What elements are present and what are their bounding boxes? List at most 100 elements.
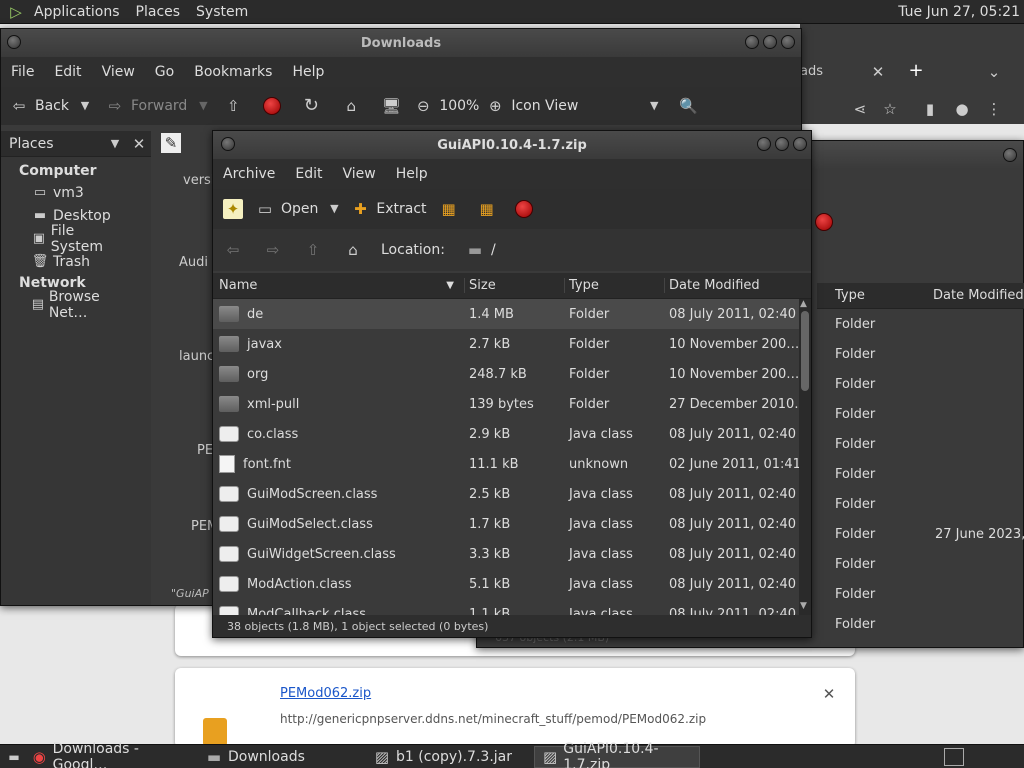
applications-menu[interactable]: Applications [26, 4, 128, 20]
stop-icon[interactable] [263, 97, 282, 115]
forward-arrow-icon[interactable]: ⇨ [263, 240, 283, 260]
task-browser[interactable]: ◉ Downloads - Googl… [24, 741, 194, 768]
task-jar[interactable]: ▨ b1 (copy).7.3.jar [366, 746, 530, 768]
new-tab-icon[interactable]: + [906, 61, 926, 81]
vertical-scrollbar[interactable]: ▲ ▼ [799, 299, 811, 615]
download-link[interactable]: PEMod062.zip [280, 686, 371, 701]
menu-help[interactable]: Help [386, 166, 438, 182]
file-label-partial[interactable]: launc [179, 349, 214, 364]
maximize-icon[interactable] [763, 35, 777, 49]
forward-arrow-icon[interactable]: ⇨ [105, 96, 125, 116]
search-icon[interactable]: 🔍 [678, 96, 698, 116]
show-desktop-icon[interactable]: ▬ [4, 747, 24, 767]
table-row[interactable]: org 248.7 kB Folder 10 November 200… [213, 359, 799, 389]
col-type[interactable]: Type [565, 278, 665, 293]
chevron-down-icon[interactable]: ▼ [193, 96, 213, 116]
back-button[interactable]: Back [35, 98, 69, 114]
table-row[interactable]: co.class 2.9 kB Java class 08 July 2011, 02… [213, 419, 799, 449]
places-menu[interactable]: Places [128, 4, 189, 20]
table-row[interactable]: de 1.4 MB Folder 08 July 2011, 02:40 [213, 299, 799, 329]
location-path[interactable]: / [491, 242, 496, 258]
open-button[interactable]: Open [281, 201, 318, 217]
menu-view[interactable]: View [333, 166, 386, 182]
table-row[interactable]: GuiModScreen.class 2.5 kB Java class 08 Jul… [213, 479, 799, 509]
up-arrow-icon[interactable]: ⇧ [303, 240, 323, 260]
back-arrow-icon[interactable]: ⇦ [9, 96, 29, 116]
maximize-icon[interactable] [775, 137, 789, 151]
system-menu[interactable]: System [188, 4, 256, 20]
table-row[interactable]: javax 2.7 kB Folder 10 November 200… [213, 329, 799, 359]
close-window-icon[interactable] [793, 137, 807, 151]
menu-archive[interactable]: Archive [213, 166, 285, 182]
table-row[interactable]: GuiWidgetScreen.class 3.3 kB Java class 08 … [213, 539, 799, 569]
zoom-in-icon[interactable]: ⊕ [485, 96, 505, 116]
col-date[interactable]: Date Modified [665, 278, 799, 293]
close-window-icon[interactable] [781, 35, 795, 49]
close-sidebar-icon[interactable]: ✕ [129, 134, 149, 154]
sidebar-item-trash[interactable]: 🗑 Trash [1, 250, 151, 273]
computer-icon[interactable]: 🖥 [381, 96, 401, 116]
share-icon[interactable]: ⋖ [850, 99, 870, 119]
terminal-icon[interactable]: ▷ [6, 2, 26, 22]
edit-location-icon[interactable]: ✎ [161, 133, 181, 153]
col-name[interactable]: Name ▼ [213, 278, 465, 293]
table-row[interactable]: GuiModSelect.class 1.7 kB Java class 08 Jul… [213, 509, 799, 539]
menu-file[interactable]: File [1, 64, 44, 80]
file-label-partial[interactable]: Audi [179, 255, 208, 270]
menu-edit[interactable]: Edit [285, 166, 332, 182]
table-row[interactable]: ModAction.class 5.1 kB Java class 08 July 2… [213, 569, 799, 599]
forward-button[interactable]: Forward [131, 98, 187, 114]
close-tab-icon[interactable]: ✕ [868, 62, 888, 82]
window-menu-icon[interactable] [221, 137, 235, 151]
reload-icon[interactable]: ↻ [301, 96, 321, 116]
sidebar-item-vm3[interactable]: ▭ vm3 [1, 181, 151, 204]
chevron-down-icon[interactable]: ▼ [75, 96, 95, 116]
menu-view[interactable]: View [92, 64, 145, 80]
tab-partial[interactable]: versi [183, 173, 214, 188]
up-arrow-icon[interactable]: ⇧ [223, 96, 243, 116]
minimize-icon[interactable] [757, 137, 771, 151]
zoom-out-icon[interactable]: ⊖ [413, 96, 433, 116]
chevron-down-icon[interactable]: ▼ [324, 199, 344, 219]
sidepanel-icon[interactable]: ▮ [920, 99, 940, 119]
minimize-icon[interactable] [745, 35, 759, 49]
scrollbar-thumb[interactable] [801, 311, 809, 391]
sidebar-item-filesystem[interactable]: ▣ File System [1, 223, 151, 255]
add-files-icon[interactable]: ▦ [439, 199, 459, 219]
table-row[interactable]: ModCallback.class 1.1 kB Java class 08 July… [213, 599, 799, 615]
task-zip[interactable]: ▨ GuiAPI0.10.4-1.7.zip [534, 741, 700, 768]
extract-icon[interactable]: ✚ [350, 199, 370, 219]
back-arrow-icon[interactable]: ⇦ [223, 240, 243, 260]
home-icon[interactable]: ⌂ [341, 96, 361, 116]
menu-go[interactable]: Go [145, 64, 184, 80]
extract-button[interactable]: Extract [376, 201, 426, 217]
avatar[interactable]: ● [952, 99, 972, 119]
scroll-down-icon[interactable]: ▼ [800, 601, 807, 611]
bg-col-type[interactable]: Type [817, 288, 917, 303]
browser-tab-title[interactable]: ads [800, 64, 823, 79]
open-icon[interactable]: ▭ [255, 199, 275, 219]
new-archive-icon[interactable]: ✦ [223, 199, 243, 219]
table-row[interactable]: font.fnt 11.1 kB unknown 02 June 2011, 01:4… [213, 449, 799, 479]
window-menu-icon[interactable] [7, 35, 21, 49]
menu-bookmarks[interactable]: Bookmarks [184, 64, 282, 80]
menu-help[interactable]: Help [282, 64, 334, 80]
col-size[interactable]: Size [465, 278, 565, 293]
table-row[interactable]: xml-pull 139 bytes Folder 27 December 2010… [213, 389, 799, 419]
stop-icon[interactable] [514, 200, 533, 218]
clock[interactable]: Tue Jun 27, 05:21 [890, 4, 1024, 20]
bg-col-date[interactable]: Date Modified [917, 288, 1024, 303]
close-icon[interactable]: ✕ [819, 684, 839, 704]
stop-icon[interactable] [815, 213, 833, 231]
add-folder-icon[interactable]: ▦ [477, 199, 497, 219]
file-label-partial[interactable]: PE [197, 443, 213, 458]
places-dropdown[interactable]: Places [9, 136, 105, 152]
workspace-switcher-icon[interactable] [944, 747, 964, 766]
star-icon[interactable]: ☆ [880, 99, 900, 119]
view-selector[interactable]: Icon View [511, 98, 578, 114]
sidebar-item-network[interactable]: ▤ Browse Net… [1, 289, 151, 321]
close-window-icon[interactable] [1003, 148, 1017, 162]
scroll-up-icon[interactable]: ▲ [800, 299, 807, 309]
menu-edit[interactable]: Edit [44, 64, 91, 80]
chevron-down-icon[interactable]: ⌄ [984, 62, 1004, 82]
